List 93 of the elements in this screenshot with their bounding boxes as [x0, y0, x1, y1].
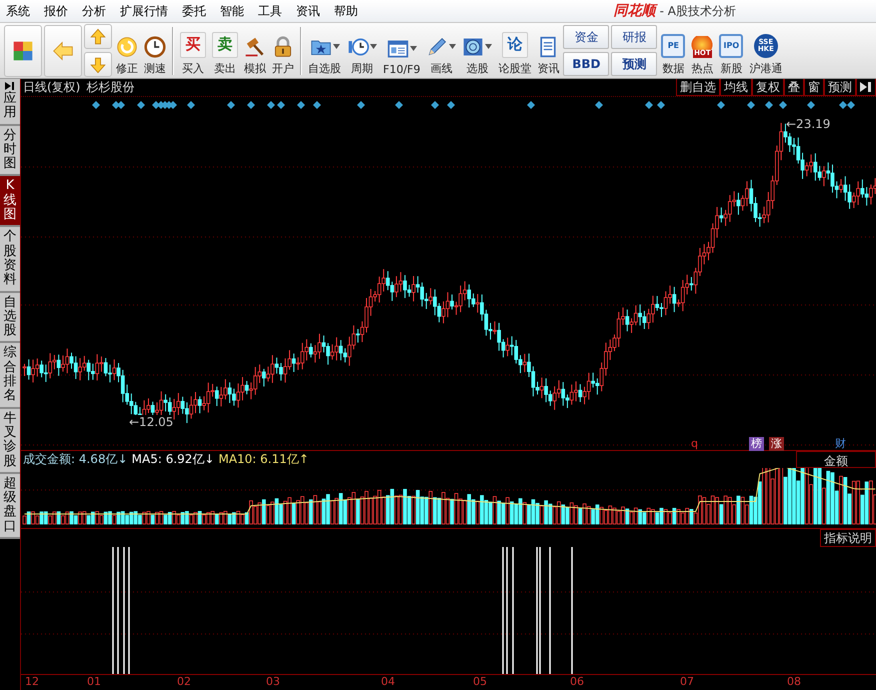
pencil-icon	[426, 36, 448, 58]
toolbar-button[interactable]	[84, 52, 112, 77]
sidebar-tab[interactable]: K线图	[0, 176, 20, 228]
toolbar-button[interactable]: 预测	[611, 52, 658, 76]
event-mark: 榜	[749, 437, 764, 451]
caret-icon	[485, 44, 492, 49]
menu-item[interactable]: 智能	[214, 2, 252, 20]
toolbar-button[interactable]: 选股	[460, 24, 494, 76]
toolbar-button[interactable]: 自选股	[306, 24, 343, 76]
radar-icon	[462, 36, 484, 58]
caret-icon	[370, 44, 377, 49]
expand-button[interactable]	[856, 79, 876, 96]
grid-icon	[12, 40, 34, 62]
glyph-icon: 论	[502, 32, 528, 58]
chart-button[interactable]: 窗	[804, 79, 824, 96]
play-end-icon	[5, 82, 15, 90]
sidebar-tab[interactable]: 自选股	[0, 292, 20, 344]
event-mark: q	[690, 437, 699, 451]
caret-icon	[449, 44, 456, 49]
chart-button[interactable]: 均线	[720, 79, 752, 96]
toolbar-button[interactable]: 测速	[142, 24, 168, 76]
toolbar-button[interactable]: 研报	[611, 25, 658, 49]
toolbar-button[interactable]: 模拟	[242, 24, 268, 76]
price-label: ←12.05	[129, 415, 174, 429]
caret-icon	[332, 44, 340, 49]
clock-icon	[144, 36, 166, 58]
axis-label: 05	[473, 675, 487, 690]
toolbar-button[interactable]: 买 买入	[178, 24, 208, 76]
axis-label: 01	[87, 675, 101, 690]
play-end-icon	[860, 82, 872, 92]
chart-button[interactable]: 删自选	[676, 79, 720, 96]
menu-item[interactable]: 委托	[176, 2, 214, 20]
stock-name: 杉杉股份	[85, 79, 134, 96]
sidebar-tab[interactable]: 综合排名	[0, 343, 20, 409]
toolbar-button[interactable]: 卖 卖出	[210, 24, 240, 76]
menu-item[interactable]: 报价	[38, 2, 76, 20]
glyph-icon: 买	[180, 32, 206, 58]
toolbar-button[interactable]: 周期	[345, 24, 379, 76]
left-arrow-icon	[52, 40, 74, 62]
toolbar-button[interactable]: 论 论股堂	[496, 24, 534, 76]
toolbar-button[interactable]: 资讯	[535, 24, 562, 76]
toolbar-button[interactable]: F10/F9	[381, 24, 422, 76]
badge-icon: PE	[661, 34, 686, 58]
menu-item[interactable]: 帮助	[328, 2, 366, 20]
sidebar-tab[interactable]: 个股资料	[0, 227, 20, 293]
axis-label: 06	[570, 675, 584, 690]
legend-text: 成交金额: 4.68亿↓	[23, 451, 128, 468]
glyph-icon: 卖	[212, 32, 238, 58]
badge-icon: IPO	[719, 34, 744, 58]
axis-label: 04	[381, 675, 395, 690]
chart-button[interactable]: 叠	[784, 79, 804, 96]
sidebar-tab[interactable]: 牛叉诊股	[0, 408, 20, 474]
legend-text: MA5: 6.92亿↓	[132, 451, 214, 468]
toolbar-button[interactable]: 资金	[563, 25, 610, 49]
toolbar-button[interactable]: BBD	[563, 52, 610, 76]
hammer-icon	[244, 36, 266, 58]
menu-item[interactable]: 扩展行情	[114, 2, 176, 20]
chart-button[interactable]: 复权	[752, 79, 784, 96]
toolbar-button[interactable]	[84, 24, 112, 49]
help-button[interactable]: 指标说明	[820, 528, 876, 547]
legend-text: MA10: 6.11亿↑	[218, 451, 309, 468]
sidebar-tab[interactable]: 分时图	[0, 126, 20, 176]
axis-label: 07	[680, 675, 694, 690]
axis-label: 08	[787, 675, 801, 690]
padlock-icon	[272, 36, 294, 58]
app-logo: 同花顺	[614, 2, 656, 20]
toolbar-button[interactable]: 修正	[114, 24, 140, 76]
chart-period: 日线(复权)	[22, 79, 80, 96]
menu-item[interactable]: 资讯	[290, 2, 328, 20]
toolbar-button[interactable]	[44, 24, 82, 76]
event-mark: 财	[834, 437, 847, 451]
caret-icon	[410, 46, 417, 51]
axis-label: 03	[266, 675, 280, 690]
event-mark: 涨	[769, 437, 784, 451]
menu-item[interactable]: 系统	[0, 2, 38, 20]
toolbar-button[interactable]: IPO 新股	[717, 24, 746, 76]
refresh-icon	[116, 36, 138, 58]
toolbar-button[interactable]	[4, 24, 42, 76]
window-card-icon	[386, 38, 409, 60]
menu-item[interactable]: 分析	[76, 2, 114, 20]
window-title: - A股技术分析	[660, 2, 736, 20]
axis-label: 12	[25, 675, 39, 690]
menu-item[interactable]: 工具	[252, 2, 290, 20]
toolbar-button[interactable]: 画线	[424, 24, 458, 76]
axis-label: 02	[177, 675, 191, 690]
toolbar-button[interactable]: PE 数据	[659, 24, 688, 76]
metric-button[interactable]: 金额	[796, 451, 876, 468]
toolbar-button[interactable]: 开户	[270, 24, 296, 76]
candle-clock-icon	[347, 36, 369, 58]
chart-button[interactable]: 预测	[824, 79, 856, 96]
sidebar-tab[interactable]: 超级盘口	[0, 474, 20, 540]
price-label: ←23.19	[786, 117, 830, 131]
sidebar-tab[interactable]: 应用	[0, 79, 20, 126]
